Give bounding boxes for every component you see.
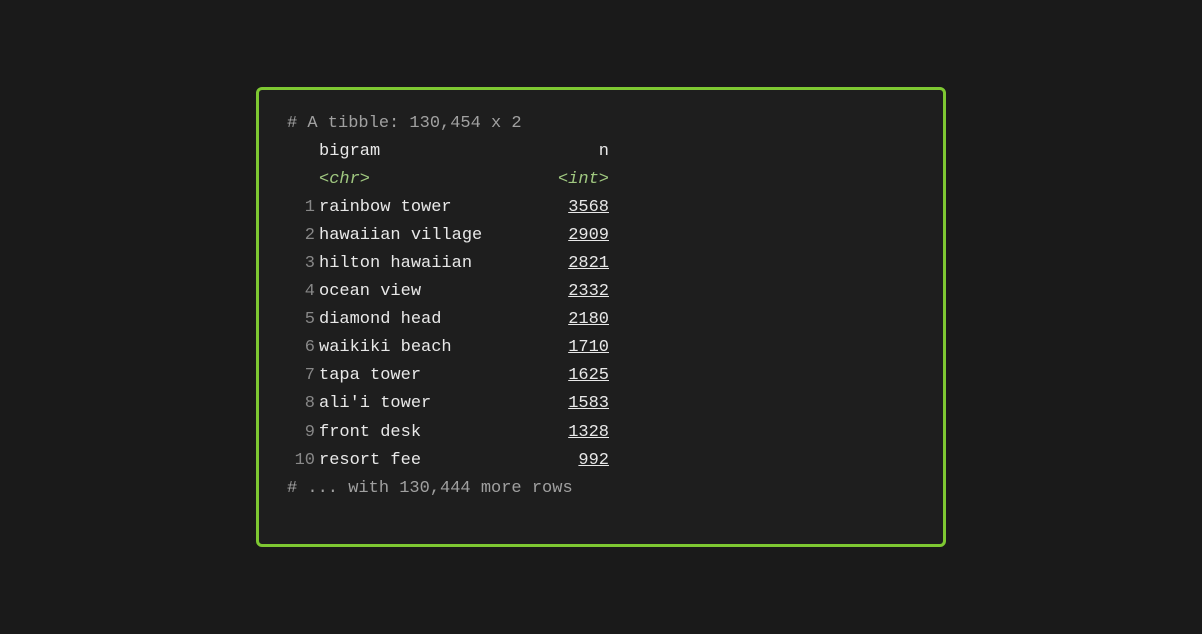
n-value: 2821 (549, 250, 609, 278)
n-value: 2332 (549, 278, 609, 306)
bigram-value: ocean view (319, 278, 549, 306)
bigram-value: hawaiian village (319, 222, 549, 250)
row-number: 1 (287, 194, 315, 222)
row-number: 4 (287, 278, 315, 306)
tibble-header: # A tibble: 130,454 x 2 (287, 110, 915, 138)
row-number: 6 (287, 334, 315, 362)
bigram-value: diamond head (319, 306, 549, 334)
row-number: 7 (287, 362, 315, 390)
table-row: 9front desk1328 (287, 419, 915, 447)
footer-row-count: # ... with 130,444 more rows (287, 475, 915, 503)
row-number: 9 (287, 419, 315, 447)
n-value: 1625 (549, 362, 609, 390)
bigram-value: waikiki beach (319, 334, 549, 362)
bigram-value: rainbow tower (319, 194, 549, 222)
n-value: 2909 (549, 222, 609, 250)
column-types: <chr> <int> (287, 166, 915, 194)
row-number: 10 (287, 447, 315, 475)
table-row: 2hawaiian village2909 (287, 222, 915, 250)
bigram-value: hilton hawaiian (319, 250, 549, 278)
table-row: 1rainbow tower3568 (287, 194, 915, 222)
data-rows-container: 1rainbow tower35682hawaiian village29093… (287, 194, 915, 474)
n-value: 1583 (549, 390, 609, 418)
bigram-value: tapa tower (319, 362, 549, 390)
n-col-type: <int> (549, 166, 609, 194)
row-number: 8 (287, 390, 315, 418)
bigram-col-type: <chr> (319, 166, 549, 194)
n-value: 3568 (549, 194, 609, 222)
n-value: 2180 (549, 306, 609, 334)
row-number: 5 (287, 306, 315, 334)
n-value: 1710 (549, 334, 609, 362)
bigram-value: resort fee (319, 447, 549, 475)
bigram-value: ali'i tower (319, 390, 549, 418)
n-value: 1328 (549, 419, 609, 447)
n-col-header: n (549, 138, 609, 166)
table-row: 7tapa tower1625 (287, 362, 915, 390)
table-row: 5diamond head2180 (287, 306, 915, 334)
row-number: 3 (287, 250, 315, 278)
table-row: 4ocean view2332 (287, 278, 915, 306)
terminal-output: # A tibble: 130,454 x 2 bigram n <chr> <… (256, 87, 946, 547)
row-number: 2 (287, 222, 315, 250)
table-row: 3hilton hawaiian2821 (287, 250, 915, 278)
table-row: 6waikiki beach1710 (287, 334, 915, 362)
bigram-value: front desk (319, 419, 549, 447)
table-row: 8ali'i tower1583 (287, 390, 915, 418)
column-headers: bigram n (287, 138, 915, 166)
bigram-col-header: bigram (319, 138, 549, 166)
n-value: 992 (549, 447, 609, 475)
table-row: 10resort fee992 (287, 447, 915, 475)
